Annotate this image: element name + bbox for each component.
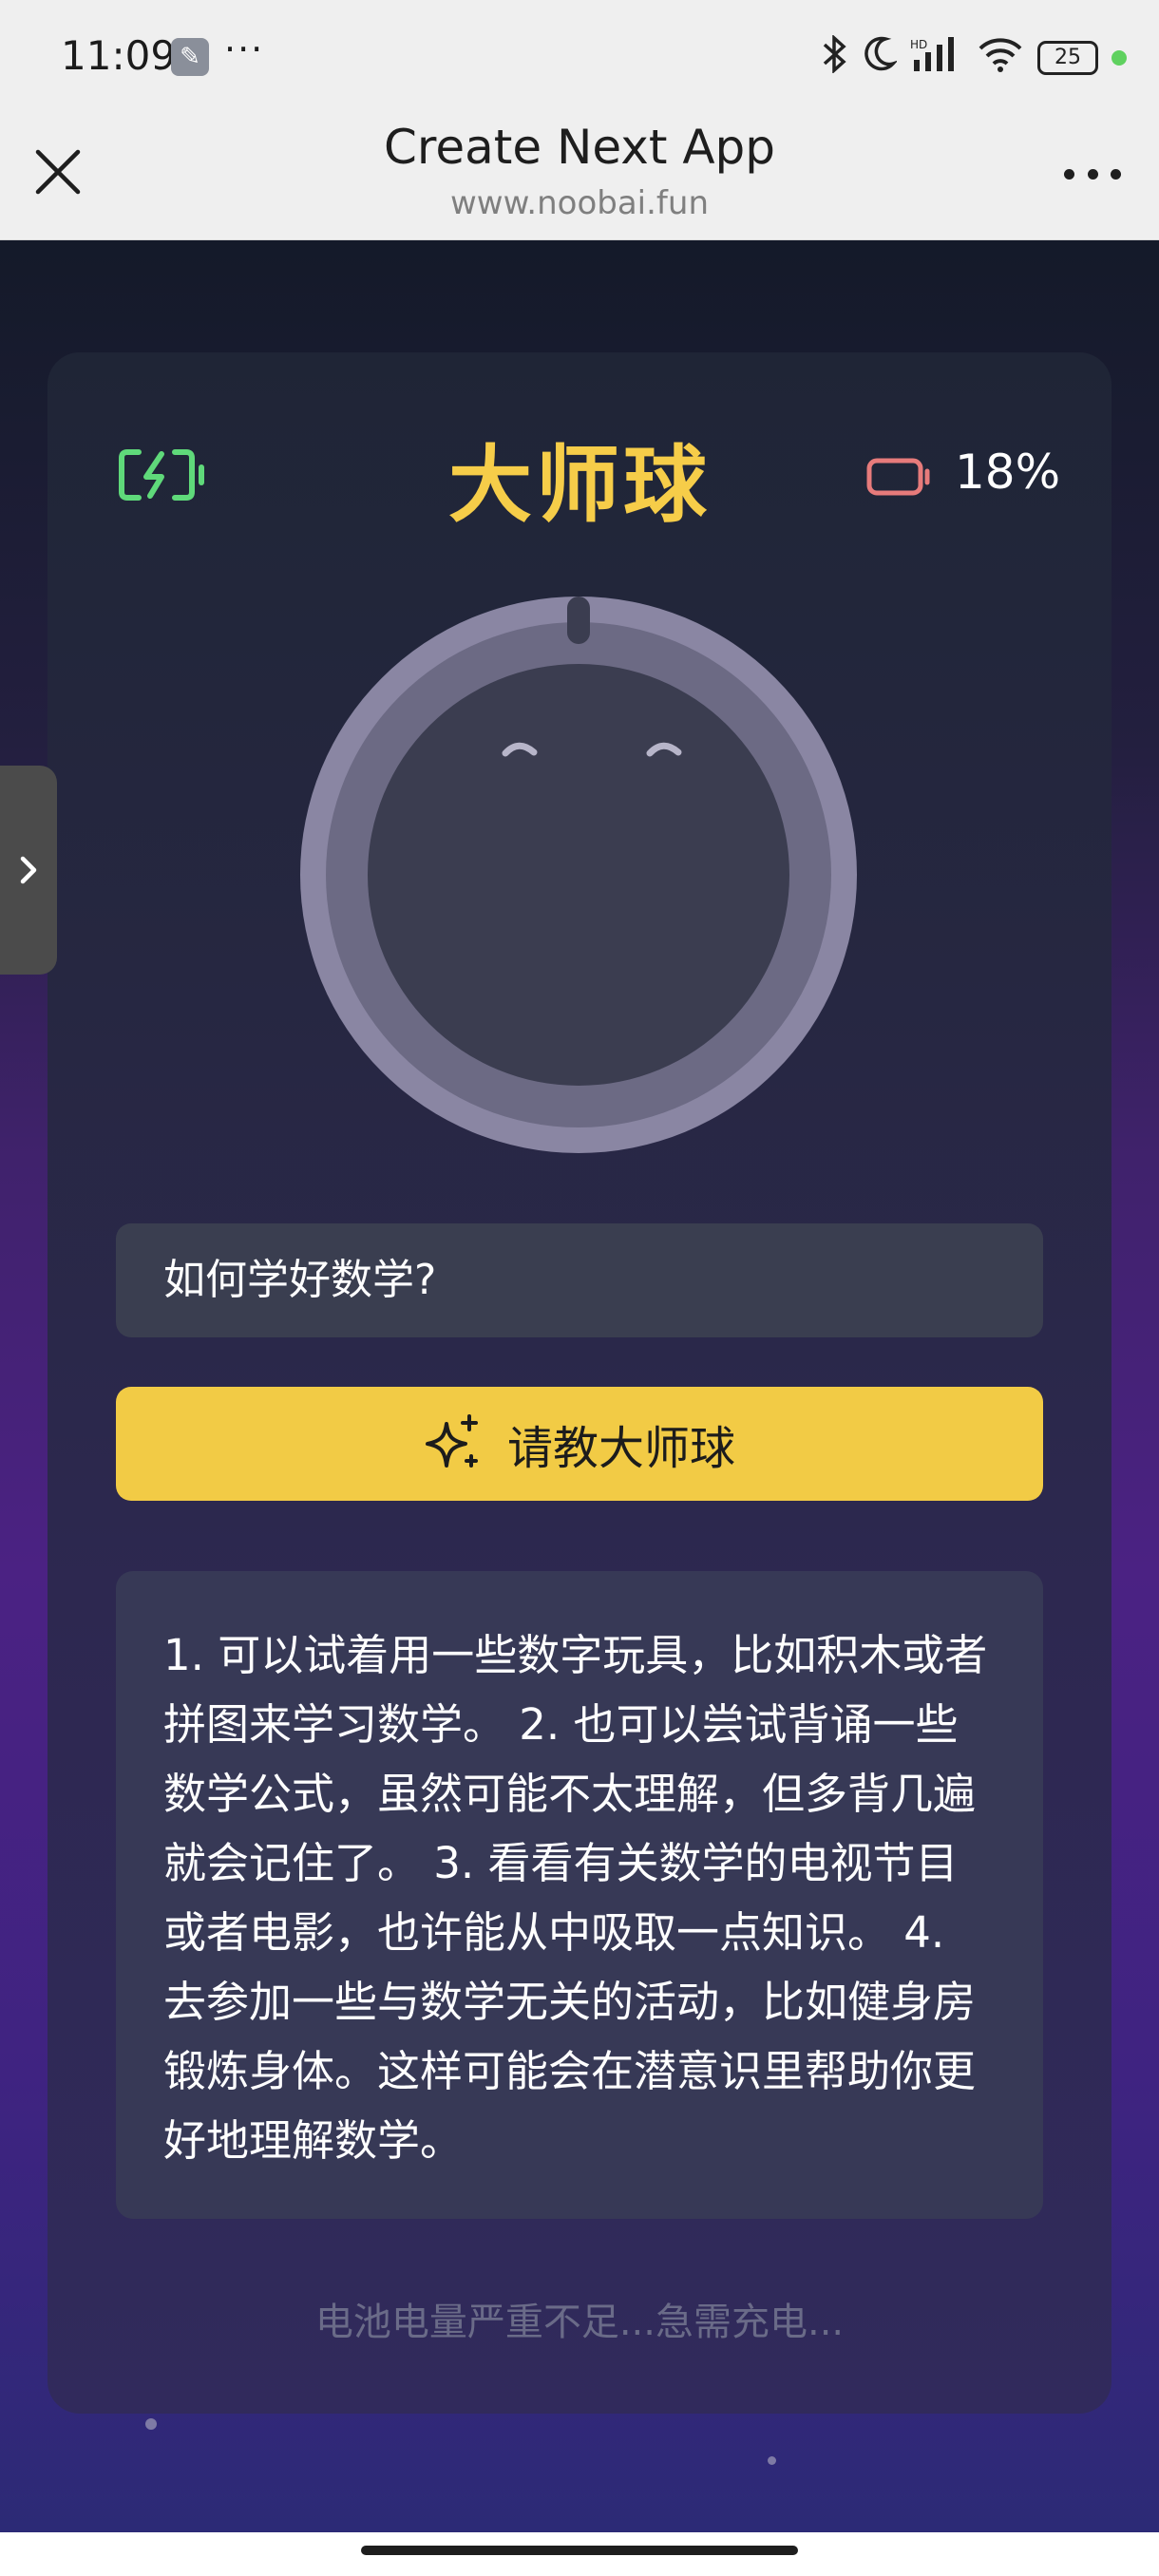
master-ball[interactable] [300, 597, 857, 1153]
wrench-icon: ✎ [171, 38, 209, 76]
status-time: 11:09 [61, 32, 177, 79]
page-title: Create Next App [383, 120, 776, 175]
low-battery-message: 电池电量严重不足...急需充电... [314, 2301, 845, 2344]
more-icon[interactable] [1064, 169, 1121, 182]
ask-button-label: 请教大师球 [506, 1422, 735, 1475]
status-battery-icon: 25 [1037, 41, 1098, 75]
bluetooth-icon [821, 33, 849, 82]
low-battery-icon [866, 456, 933, 502]
status-green-dot [1112, 50, 1127, 66]
ask-master-ball-button[interactable]: 请教大师球 [116, 1387, 1043, 1501]
home-indicator[interactable] [361, 2546, 798, 2555]
background-speck [145, 2418, 157, 2430]
page-url: www.noobai.fun [450, 184, 709, 222]
side-drawer-toggle[interactable] [0, 766, 57, 975]
sparkle-icon [425, 1414, 478, 1468]
status-bar: 11:09 ✎ ··· HD 25 [0, 0, 1159, 110]
status-more-icon: ··· [224, 28, 265, 70]
signal-icon: HD [910, 35, 963, 82]
battery-percentage: 18% [955, 445, 1061, 500]
status-indicators: HD 25 [821, 32, 1127, 84]
background-speck [768, 2456, 776, 2465]
chevron-right-icon [20, 856, 37, 884]
wifi-icon [977, 35, 1024, 82]
answer-text: 1. 可以试着用一些数字玩具，比如积木或者拼图来学习数学。 2. 也可以尝试背诵… [116, 1571, 1043, 2219]
hd-label: HD [910, 38, 927, 51]
browser-header: Create Next App www.noobai.fun [0, 110, 1159, 240]
moon-icon [863, 35, 899, 82]
question-input[interactable]: 如何学好数学? [116, 1223, 1043, 1337]
